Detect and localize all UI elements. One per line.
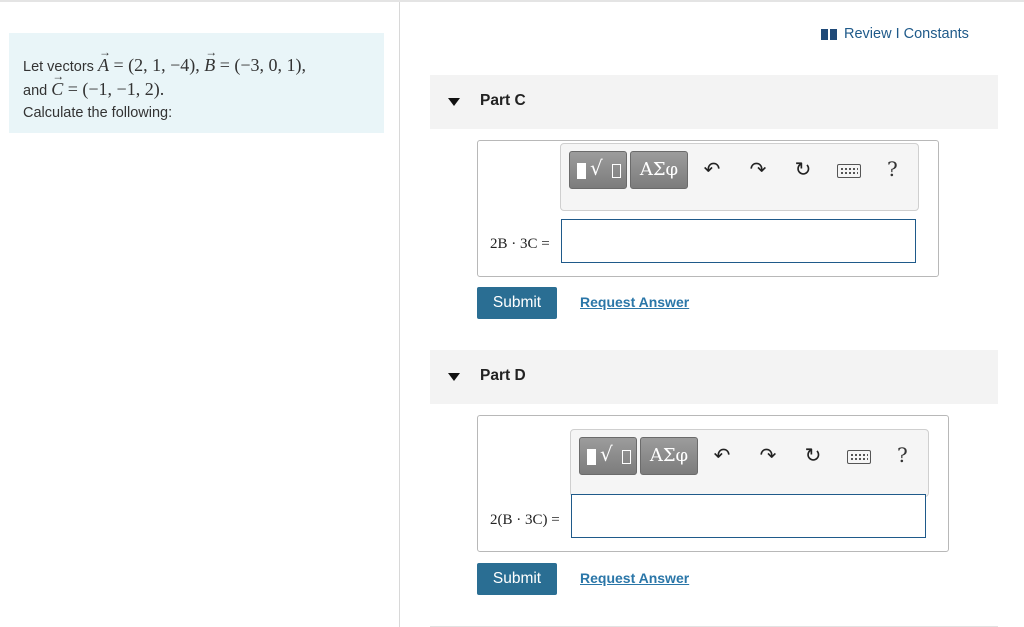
keyboard-icon[interactable] xyxy=(847,450,871,464)
undo-icon[interactable]: ↶ xyxy=(697,153,727,185)
part-c-math-toolbar: √ ΑΣφ ↶ ↷ ↻ ? xyxy=(560,143,919,211)
reset-icon[interactable]: ↻ xyxy=(788,153,818,185)
part-c-submit-button[interactable]: Submit xyxy=(477,287,557,319)
templates-icon[interactable]: √ xyxy=(569,151,627,189)
review-constants-link[interactable]: Review I Constants xyxy=(821,26,969,42)
part-d-answer-box: √ ΑΣφ ↶ ↷ ↻ ? 2(B · 3C) = xyxy=(477,415,949,552)
part-c-equation-label: 2B · 3C = xyxy=(490,236,550,252)
greek-letters-icon[interactable]: ΑΣφ xyxy=(640,437,698,475)
greek-letters-icon[interactable]: ΑΣφ xyxy=(630,151,688,189)
vector-b-value: (−3, 0, 1) xyxy=(234,55,302,75)
book-icon xyxy=(821,28,837,40)
part-d-submit-button[interactable]: Submit xyxy=(477,563,557,595)
top-rule xyxy=(0,0,1024,2)
redo-icon[interactable]: ↷ xyxy=(743,153,773,185)
part-c-request-answer-link[interactable]: Request Answer xyxy=(580,294,689,310)
review-constants-label: Review I Constants xyxy=(844,26,969,42)
help-icon[interactable]: ? xyxy=(897,439,908,471)
pane-divider xyxy=(399,2,400,627)
reset-icon[interactable]: ↻ xyxy=(798,439,828,471)
part-d-request-answer-link[interactable]: Request Answer xyxy=(580,570,689,586)
caret-down-icon[interactable] xyxy=(448,373,460,381)
help-icon[interactable]: ? xyxy=(887,153,898,185)
keyboard-icon[interactable] xyxy=(837,164,861,178)
problem-and: and xyxy=(23,83,48,99)
part-c-answer-box: √ ΑΣφ ↶ ↷ ↻ ? 2B · 3C = xyxy=(477,140,939,277)
part-d-answer-input[interactable] xyxy=(571,494,926,538)
part-c-answer-input[interactable] xyxy=(561,219,916,263)
problem-line-2: and C = (−1, −1, 2). xyxy=(23,65,370,102)
redo-icon[interactable]: ↷ xyxy=(753,439,783,471)
undo-icon[interactable]: ↶ xyxy=(707,439,737,471)
problem-statement: Let vectors A = (2, 1, −4), B = (−3, 0, … xyxy=(9,33,384,133)
problem-instruction: Calculate the following: xyxy=(23,105,173,121)
part-d-header[interactable]: Part D xyxy=(430,350,998,404)
part-d-equation-label: 2(B · 3C) = xyxy=(490,512,560,528)
part-d-title: Part D xyxy=(480,367,526,384)
vector-a-value: (2, 1, −4) xyxy=(128,55,196,75)
problem-line-1: Let vectors A = (2, 1, −4), B = (−3, 0, … xyxy=(23,41,370,78)
part-d-math-toolbar: √ ΑΣφ ↶ ↷ ↻ ? xyxy=(570,429,929,497)
vector-a: A = (2, 1, −4), B = (−3, 0, 1), xyxy=(98,41,306,75)
part-c-title: Part C xyxy=(480,92,526,109)
vector-c: C = (−1, −1, 2). xyxy=(51,65,164,99)
templates-icon[interactable]: √ xyxy=(579,437,637,475)
part-c-header[interactable]: Part C xyxy=(430,75,998,129)
vector-c-value: (−1, −1, 2) xyxy=(82,79,160,99)
caret-down-icon[interactable] xyxy=(448,98,460,106)
